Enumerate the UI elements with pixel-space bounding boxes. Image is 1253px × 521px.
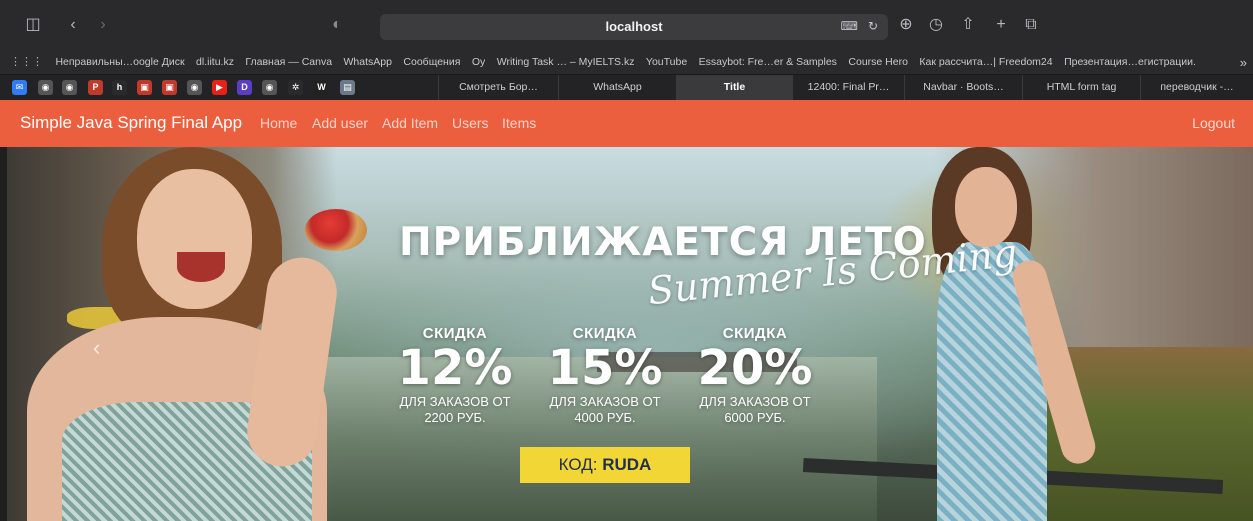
d-favicon[interactable]: D bbox=[237, 80, 252, 95]
bookmark-item[interactable]: Неправильны…oogle Диск bbox=[55, 50, 184, 74]
bookmark-item[interactable]: Oy bbox=[472, 50, 485, 74]
pecb-favicon[interactable]: P bbox=[88, 80, 103, 95]
offer-percent: 20% bbox=[697, 340, 813, 396]
tab-bar: Смотреть Бор… WhatsApp Title 12400: Fina… bbox=[0, 75, 1253, 100]
navbar-brand[interactable]: Simple Java Spring Final App bbox=[20, 113, 242, 133]
offer-block: СКИДКА 12% ДЛЯ ЗАКАЗОВ ОТ 2200 РУБ. bbox=[380, 325, 530, 426]
address-bar-url: localhost bbox=[605, 19, 663, 34]
address-bar[interactable]: localhost ⌨ ↻ bbox=[380, 14, 888, 40]
wix-favicon[interactable]: W bbox=[314, 80, 329, 95]
offer-desc: 4000 РУБ. bbox=[574, 410, 636, 425]
offer-block: СКИДКА 15% ДЛЯ ЗАКАЗОВ ОТ 4000 РУБ. bbox=[530, 325, 680, 426]
nav-link-users[interactable]: Users bbox=[452, 115, 489, 131]
nav-link-home[interactable]: Home bbox=[260, 115, 297, 131]
hero-carousel-banner: ‹ ПРИБЛИЖАЕТСЯ ЛЕТО Summer Is Coming СКИ… bbox=[7, 147, 1253, 521]
apps-grid-icon[interactable]: ⋮⋮⋮ bbox=[10, 50, 43, 74]
tab[interactable]: 12400: Final Pr… bbox=[792, 75, 904, 100]
translate-icon[interactable]: ⌨ bbox=[841, 19, 858, 33]
bookmark-item[interactable]: Главная — Canva bbox=[245, 50, 332, 74]
bookmark-item[interactable]: Essaybot: Fre…er & Samples bbox=[699, 50, 837, 74]
download-icon[interactable]: ⊕ bbox=[895, 14, 917, 36]
offer-desc: 6000 РУБ. bbox=[724, 410, 786, 425]
offer-percent: 15% bbox=[547, 340, 663, 396]
reload-icon[interactable]: ↻ bbox=[868, 19, 878, 33]
carousel-prev-icon[interactable]: ‹ bbox=[93, 335, 100, 361]
app-favicon[interactable]: ▣ bbox=[137, 80, 152, 95]
bookmark-item[interactable]: Как рассчита…| Freedom24 bbox=[919, 50, 1052, 74]
spinner-favicon[interactable]: ✲ bbox=[288, 80, 303, 95]
github-favicon[interactable]: ◉ bbox=[187, 80, 202, 95]
bookmark-item[interactable]: Course Hero bbox=[848, 50, 908, 74]
nav-link-items[interactable]: Items bbox=[502, 115, 536, 131]
promo-code-badge[interactable]: КОД: RUDA bbox=[520, 447, 690, 483]
tab[interactable]: Смотреть Бор… bbox=[438, 75, 558, 100]
logout-link[interactable]: Logout bbox=[1192, 115, 1235, 131]
bookmark-item[interactable]: Сообщения bbox=[403, 50, 460, 74]
sidebar-toggle-icon[interactable]: ◫ bbox=[22, 14, 44, 36]
offer-block: СКИДКА 20% ДЛЯ ЗАКАЗОВ ОТ 6000 РУБ. bbox=[680, 325, 830, 426]
bookmarks-overflow-icon[interactable]: » bbox=[1240, 50, 1247, 74]
bookmark-item[interactable]: WhatsApp bbox=[344, 50, 392, 74]
tab[interactable]: HTML form tag bbox=[1022, 75, 1140, 100]
bookmark-item[interactable]: dl.iitu.kz bbox=[196, 50, 234, 74]
bookmark-item[interactable]: YouTube bbox=[646, 50, 687, 74]
offer-desc: ДЛЯ ЗАКАЗОВ ОТ bbox=[549, 394, 661, 409]
h-favicon[interactable]: h bbox=[112, 80, 127, 95]
browser-titlebar: ◫ ‹ › ◐ localhost ⌨ ↻ ⊕ ◷ ⇧ + ⧉ bbox=[0, 0, 1253, 50]
berry-tart bbox=[305, 209, 367, 251]
bookmarks-bar: ⋮⋮⋮ Неправильны…oogle Диск dl.iitu.kz Гл… bbox=[0, 50, 1253, 75]
history-icon[interactable]: ◷ bbox=[925, 14, 947, 36]
offer-desc: ДЛЯ ЗАКАЗОВ ОТ bbox=[399, 394, 511, 409]
doc-favicon[interactable]: ▤ bbox=[340, 80, 355, 95]
promo-code-value: RUDA bbox=[602, 455, 652, 474]
privacy-shield-icon[interactable]: ◐ bbox=[326, 14, 348, 36]
github-favicon[interactable]: ◉ bbox=[38, 80, 53, 95]
nav-link-add-item[interactable]: Add Item bbox=[382, 115, 438, 131]
nav-link-add-user[interactable]: Add user bbox=[312, 115, 368, 131]
tab[interactable]: переводчик -… bbox=[1140, 75, 1253, 100]
offer-percent: 12% bbox=[397, 340, 513, 396]
model-left-face bbox=[137, 169, 252, 309]
offer-desc: 2200 РУБ. bbox=[424, 410, 486, 425]
tab-active[interactable]: Title bbox=[676, 75, 792, 100]
youtube-favicon[interactable]: ▶ bbox=[212, 80, 227, 95]
tab[interactable]: Navbar · Boots… bbox=[904, 75, 1022, 100]
promo-code-label: КОД: bbox=[558, 455, 598, 474]
back-icon[interactable]: ‹ bbox=[62, 14, 84, 36]
bookmark-item[interactable]: Writing Task … – MyIELTS.kz bbox=[497, 50, 635, 74]
model-left-mouth bbox=[177, 252, 225, 282]
tab-overview-icon[interactable]: ⧉ bbox=[1020, 14, 1042, 36]
github-favicon[interactable]: ◉ bbox=[262, 80, 277, 95]
app-favicon[interactable]: ▣ bbox=[162, 80, 177, 95]
bookmark-item[interactable]: Презентация…егистрации. bbox=[1064, 50, 1196, 74]
tab[interactable]: WhatsApp bbox=[558, 75, 676, 100]
mail-favicon[interactable]: ✉ bbox=[12, 80, 27, 95]
app-navbar: Simple Java Spring Final App Home Add us… bbox=[0, 100, 1253, 147]
share-icon[interactable]: ⇧ bbox=[957, 14, 979, 36]
offer-desc: ДЛЯ ЗАКАЗОВ ОТ bbox=[699, 394, 811, 409]
forward-icon[interactable]: › bbox=[92, 14, 114, 36]
new-tab-icon[interactable]: + bbox=[990, 14, 1012, 36]
github-favicon[interactable]: ◉ bbox=[62, 80, 77, 95]
